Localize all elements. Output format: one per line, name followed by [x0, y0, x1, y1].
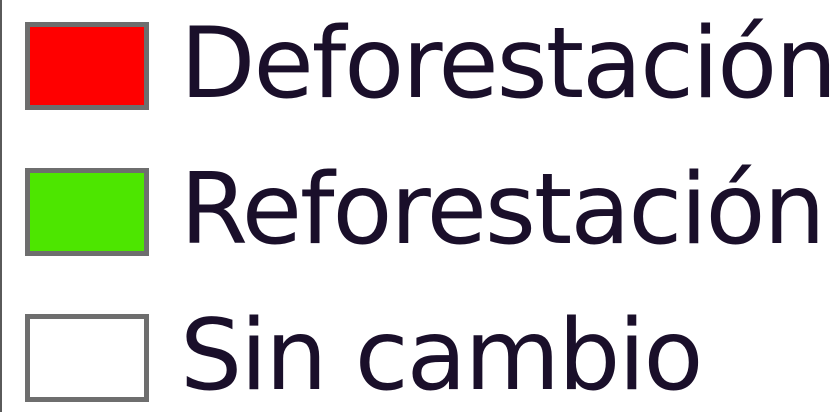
legend-swatch-deforestacion: [25, 22, 149, 110]
legend-label-sin-cambio: Sin cambio: [180, 299, 703, 413]
legend-item-reforestacion: Reforestación: [25, 153, 826, 267]
legend-item-deforestacion: Deforestación: [25, 7, 832, 121]
legend-item-sin-cambio: Sin cambio: [25, 299, 805, 413]
legend-swatch-reforestacion: [25, 168, 149, 256]
legend-label-deforestacion: Deforestación: [180, 7, 832, 121]
legend-swatch-sin-cambio: [25, 314, 149, 402]
panel-left-border: [0, 0, 2, 412]
legend-label-reforestacion: Reforestación: [180, 153, 826, 267]
